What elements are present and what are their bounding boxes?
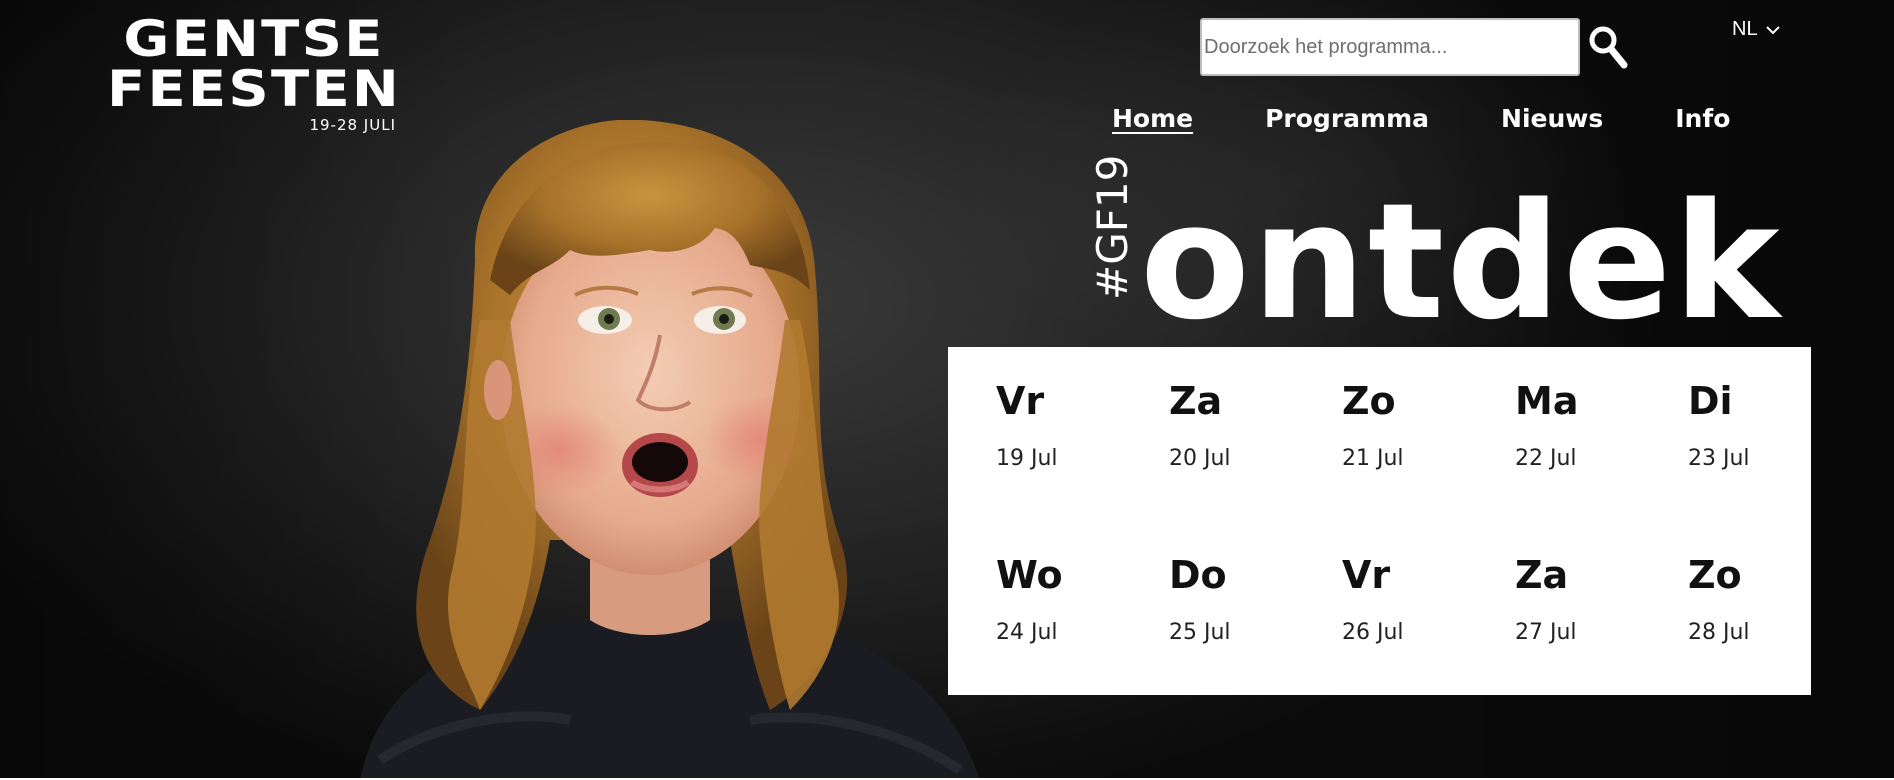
- day-name: Wo: [996, 553, 1063, 597]
- search-button[interactable]: [1586, 22, 1630, 72]
- hero-photo-girl: [360, 120, 980, 778]
- language-label: NL: [1732, 18, 1758, 40]
- logo-line-2: FEESTEN: [106, 60, 402, 118]
- day-name: Vr: [1342, 553, 1391, 597]
- logo-dates: 19-28 JULI: [309, 116, 396, 134]
- language-selector[interactable]: NL: [1732, 18, 1780, 41]
- day-name: Di: [1688, 379, 1733, 423]
- day-name: Za: [1515, 553, 1569, 597]
- nav-home[interactable]: Home: [1112, 104, 1193, 133]
- day-date: 22 Jul: [1515, 446, 1577, 471]
- calendar-day[interactable]: Di 23 Jul: [1688, 379, 1861, 553]
- search-bar: [1200, 18, 1630, 76]
- site-logo[interactable]: GENTSE FEESTEN 19-28 JULI: [104, 14, 404, 134]
- nav-nieuws[interactable]: Nieuws: [1501, 104, 1603, 133]
- day-date: 25 Jul: [1169, 620, 1231, 645]
- calendar-day[interactable]: Do 25 Jul: [1169, 553, 1342, 693]
- search-input[interactable]: [1200, 18, 1580, 76]
- day-date: 19 Jul: [996, 446, 1058, 471]
- calendar-day[interactable]: Vr 26 Jul: [1342, 553, 1515, 693]
- day-date: 20 Jul: [1169, 446, 1231, 471]
- chevron-down-icon: [1765, 25, 1780, 34]
- day-date: 21 Jul: [1342, 446, 1404, 471]
- main-navigation: Home Programma Nieuws Info: [1112, 104, 1730, 133]
- hero-headline: ontdek: [1140, 168, 1782, 355]
- calendar-day[interactable]: Wo 24 Jul: [996, 553, 1169, 693]
- calendar-day[interactable]: Za 20 Jul: [1169, 379, 1342, 553]
- day-date: 27 Jul: [1515, 620, 1577, 645]
- search-icon: [1589, 26, 1628, 69]
- hero-banner: GENTSE FEESTEN 19-28 JULI NL Home Progra…: [0, 0, 1894, 778]
- festival-calendar: Vr 19 Jul Za 20 Jul Zo 21 Jul Ma 22 Jul …: [948, 347, 1811, 695]
- day-date: 26 Jul: [1342, 620, 1404, 645]
- day-date: 23 Jul: [1688, 446, 1750, 471]
- day-name: Vr: [996, 379, 1045, 423]
- day-date: 24 Jul: [996, 620, 1058, 645]
- calendar-day[interactable]: Ma 22 Jul: [1515, 379, 1688, 553]
- calendar-day[interactable]: Za 27 Jul: [1515, 553, 1688, 693]
- calendar-day[interactable]: Vr 19 Jul: [996, 379, 1169, 553]
- nav-info[interactable]: Info: [1675, 104, 1730, 133]
- day-date: 28 Jul: [1688, 620, 1750, 645]
- hashtag: #GF19: [1088, 154, 1137, 300]
- logo-line-1: GENTSE: [123, 10, 385, 68]
- calendar-day[interactable]: Zo 28 Jul: [1688, 553, 1861, 693]
- nav-programma[interactable]: Programma: [1265, 104, 1429, 133]
- day-name: Za: [1169, 379, 1223, 423]
- day-name: Do: [1169, 553, 1227, 597]
- calendar-day[interactable]: Zo 21 Jul: [1342, 379, 1515, 553]
- day-name: Zo: [1688, 553, 1742, 597]
- day-name: Zo: [1342, 379, 1396, 423]
- day-name: Ma: [1515, 379, 1579, 423]
